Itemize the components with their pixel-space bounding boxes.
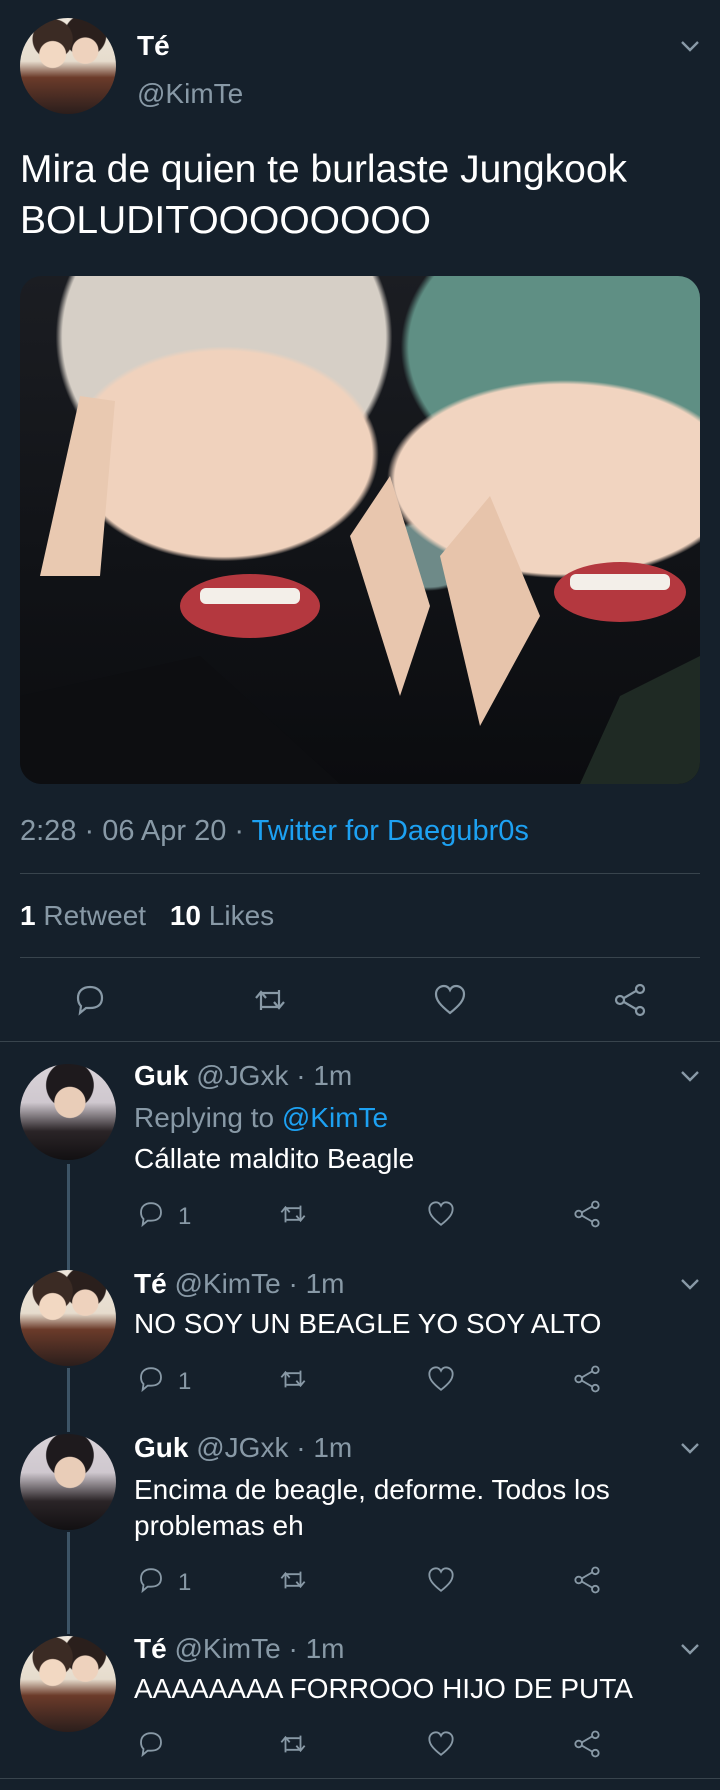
reply-icon[interactable] xyxy=(136,1199,166,1229)
chevron-down-icon[interactable] xyxy=(680,40,700,52)
reply-icon[interactable] xyxy=(72,982,108,1018)
reply-handle-time[interactable]: @JGxk · 1m xyxy=(196,1060,352,1091)
divider xyxy=(0,1778,720,1779)
reply-icon[interactable] xyxy=(136,1729,166,1759)
reply-text-line-2: problemas eh xyxy=(134,1510,304,1541)
reply-avatar[interactable] xyxy=(20,1064,116,1160)
tweet-photo[interactable] xyxy=(20,276,700,784)
reply-author-name[interactable]: Guk xyxy=(134,1060,188,1091)
reply-header: Guk @JGxk · 1m xyxy=(134,1432,352,1464)
reply-avatar[interactable] xyxy=(20,1434,116,1530)
tweet-timestamp: 2:28 · 06 Apr 20 · xyxy=(20,815,252,847)
reply-header: Guk @JGxk · 1m xyxy=(134,1060,352,1092)
retweet-icon[interactable] xyxy=(278,1364,308,1394)
tweet-text: Mira de quien te burlaste Jungkook BOLUD… xyxy=(20,144,710,246)
like-icon[interactable] xyxy=(432,982,468,1018)
reply-text: AAAAAAAA FORROOO HIJO DE PUTA xyxy=(134,1673,633,1704)
chevron-down-icon[interactable] xyxy=(680,1442,700,1454)
reply-header: Té @KimTe · 1m xyxy=(134,1633,344,1665)
author-avatar[interactable] xyxy=(20,18,116,114)
reply-handle-time[interactable]: @KimTe · 1m xyxy=(174,1268,344,1299)
retweet-icon[interactable] xyxy=(252,982,288,1018)
like-icon[interactable] xyxy=(426,1199,456,1229)
like-icon[interactable] xyxy=(426,1364,456,1394)
divider xyxy=(0,1041,720,1042)
author-name[interactable]: Té xyxy=(137,30,170,62)
tweet-source-link[interactable]: Twitter for Daegubr0s xyxy=(252,815,529,847)
author-handle[interactable]: @KimTe xyxy=(137,78,243,110)
share-icon[interactable] xyxy=(572,1199,602,1229)
reply-action-bar: 1 xyxy=(134,1362,694,1398)
reply-action-bar: 1 xyxy=(134,1563,694,1599)
reply-text: NO SOY UN BEAGLE YO SOY ALTO xyxy=(134,1308,602,1339)
likes-stat[interactable]: 10 Likes xyxy=(170,900,274,931)
thread-line xyxy=(67,1532,70,1634)
retweet-icon[interactable] xyxy=(278,1729,308,1759)
reply-text-line-1: Encima de beagle, deforme. Todos los xyxy=(134,1474,610,1505)
replying-to-handle[interactable]: @KimTe xyxy=(282,1102,388,1133)
tweet-meta: 2:28 · 06 Apr 20 · Twitter for Daegubr0s xyxy=(20,815,529,848)
chevron-down-icon[interactable] xyxy=(680,1643,700,1655)
thread-line xyxy=(67,1368,70,1432)
retweet-icon[interactable] xyxy=(278,1199,308,1229)
divider xyxy=(20,873,700,874)
reply-count: 1 xyxy=(178,1368,192,1395)
likes-label: Likes xyxy=(208,900,275,931)
reply-action-bar xyxy=(134,1727,694,1763)
reply-handle-time[interactable]: @JGxk · 1m xyxy=(196,1432,352,1463)
photo-illustration xyxy=(20,396,700,784)
reply-author-name[interactable]: Guk xyxy=(134,1432,188,1463)
retweets-label: Retweet xyxy=(43,900,147,931)
share-icon[interactable] xyxy=(572,1729,602,1759)
reply-author-name[interactable]: Té xyxy=(134,1268,167,1299)
reply-icon[interactable] xyxy=(136,1565,166,1595)
replying-to-label: Replying to xyxy=(134,1102,275,1133)
reply-count: 1 xyxy=(178,1569,192,1596)
divider xyxy=(20,957,700,958)
like-icon[interactable] xyxy=(426,1565,456,1595)
reply-author-name[interactable]: Té xyxy=(134,1633,167,1664)
reply-icon[interactable] xyxy=(136,1364,166,1394)
tweet-text-line-2: BOLUDITOOOOOOOO xyxy=(20,199,432,242)
chevron-down-icon[interactable] xyxy=(680,1278,700,1290)
reply-header: Té @KimTe · 1m xyxy=(134,1268,344,1300)
retweets-stat[interactable]: 1 Retweet xyxy=(20,900,154,931)
reply-handle-time[interactable]: @KimTe · 1m xyxy=(174,1633,344,1664)
reply-avatar[interactable] xyxy=(20,1636,116,1732)
reply-text: Encima de beagle, deforme. Todos los pro… xyxy=(134,1472,610,1544)
share-icon[interactable] xyxy=(572,1364,602,1394)
chevron-down-icon[interactable] xyxy=(680,1070,700,1082)
reply-count: 1 xyxy=(178,1203,192,1230)
retweets-count: 1 xyxy=(20,900,36,931)
reply-text: Cállate maldito Beagle xyxy=(134,1143,415,1174)
retweet-icon[interactable] xyxy=(278,1565,308,1595)
like-icon[interactable] xyxy=(426,1729,456,1759)
share-icon[interactable] xyxy=(612,982,648,1018)
reply-avatar[interactable] xyxy=(20,1270,116,1366)
replying-to: Replying to @KimTe xyxy=(134,1102,388,1134)
tweet-stats: 1 Retweet 10 Likes xyxy=(20,900,274,932)
reply-action-bar: 1 xyxy=(134,1197,694,1233)
thread-line xyxy=(67,1164,70,1270)
share-icon[interactable] xyxy=(572,1565,602,1595)
likes-count: 10 xyxy=(169,900,202,931)
tweet-text-line-1: Mira de quien te burlaste Jungkook xyxy=(20,148,628,191)
